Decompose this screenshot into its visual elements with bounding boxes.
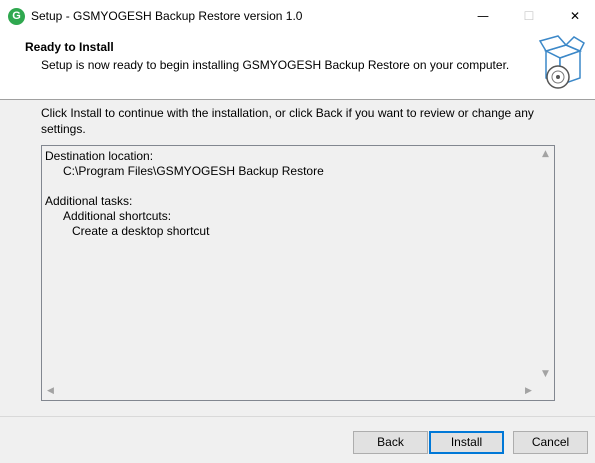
summary-destination-heading: Destination location: (45, 149, 154, 163)
summary-shortcuts-heading: Additional shortcuts: (63, 209, 172, 223)
wizard-header: Ready to Install Setup is now ready to b… (0, 33, 595, 100)
summary-tasks-heading: Additional tasks: (45, 194, 133, 208)
install-box-icon (538, 35, 585, 89)
page-subtitle: Setup is now ready to begin installing G… (41, 58, 510, 72)
ready-summary-memo[interactable]: Destination location: C:\Program Files\G… (41, 145, 555, 401)
cancel-button[interactable]: Cancel (513, 431, 588, 454)
scroll-up-icon[interactable]: ▲ (537, 146, 554, 163)
summary-blank-line (45, 179, 324, 194)
summary-text: Destination location: C:\Program Files\G… (45, 149, 324, 239)
scroll-corner (537, 383, 554, 400)
wizard-footer: Back Install Cancel (0, 416, 595, 463)
close-button[interactable]: ✕ (552, 0, 595, 33)
scroll-left-icon[interactable]: ◀ (42, 383, 59, 400)
minimize-button[interactable]: — (460, 0, 506, 33)
vertical-scrollbar[interactable]: ▲ ▼ (537, 146, 554, 383)
install-button[interactable]: Install (429, 431, 504, 454)
scroll-right-icon[interactable]: ▶ (520, 383, 537, 400)
app-icon: G (8, 8, 25, 25)
window-title: Setup - GSMYOGESH Backup Restore version… (31, 9, 303, 23)
maximize-button[interactable]: ☐ (506, 0, 552, 33)
install-instructions: Click Install to continue with the insta… (41, 106, 534, 136)
page-title: Ready to Install (25, 40, 114, 54)
summary-destination-path: C:\Program Files\GSMYOGESH Backup Restor… (63, 164, 324, 178)
horizontal-scrollbar[interactable]: ◀ ▶ (42, 383, 537, 400)
back-button[interactable]: Back (353, 431, 428, 454)
scroll-down-icon[interactable]: ▼ (537, 366, 554, 383)
title-bar: G Setup - GSMYOGESH Backup Restore versi… (0, 0, 595, 33)
summary-desktop-shortcut: Create a desktop shortcut (72, 224, 210, 238)
